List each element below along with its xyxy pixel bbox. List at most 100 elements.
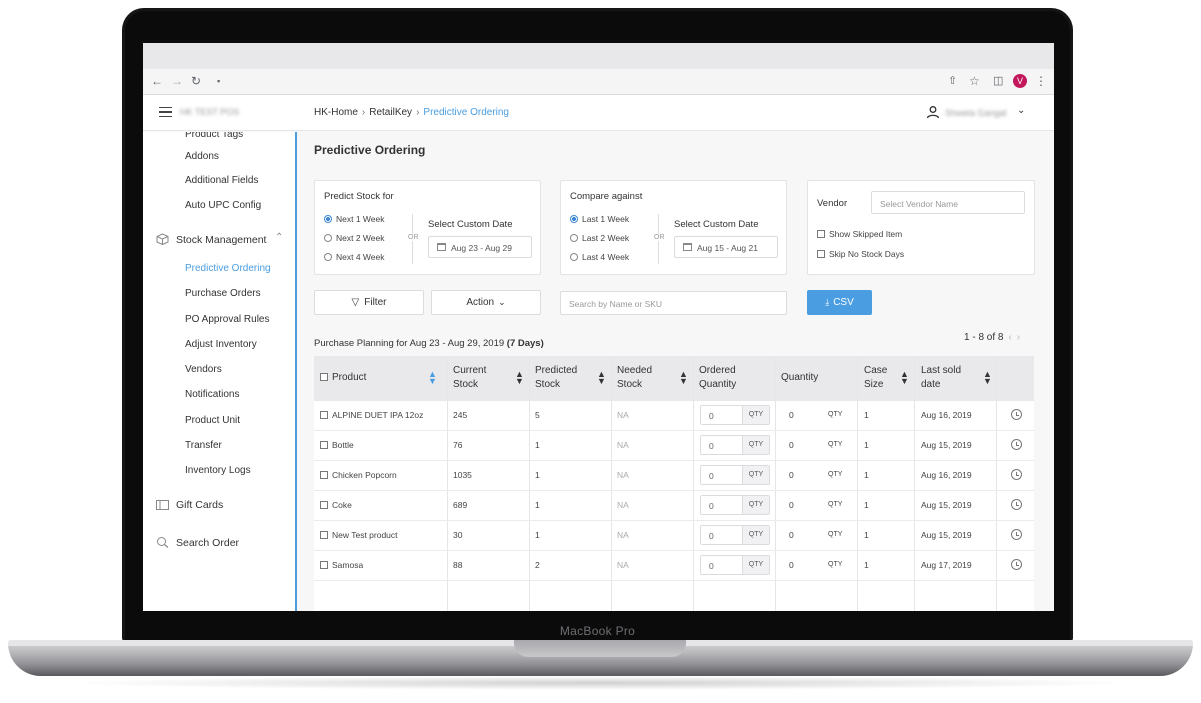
compare-option-2-week[interactable]: Last 2 Week	[570, 233, 629, 243]
skip-no-stock-checkbox[interactable]: Skip No Stock Days	[817, 249, 904, 259]
clock-icon[interactable]	[1011, 559, 1022, 570]
ordered-quantity-input[interactable]: 0 QTY	[700, 525, 770, 545]
ordered-quantity-input[interactable]: 0 QTY	[700, 435, 770, 455]
row-checkbox[interactable]	[320, 531, 328, 539]
star-icon[interactable]: ☆	[969, 74, 980, 88]
hamburger-menu-icon[interactable]	[159, 107, 172, 117]
compare-against-card: Compare against Last 1 Week Last 2 Week …	[560, 180, 787, 275]
needed-stock-cell: NA	[617, 530, 629, 540]
sidebar-item-po-approval-rules[interactable]: PO Approval Rules	[185, 314, 270, 325]
column-header-product[interactable]: Product ▲ ▼	[314, 356, 447, 401]
column-header-case-size[interactable]: Case Size ▲ ▼	[857, 356, 914, 401]
csv-download-button[interactable]: ⤓ CSV	[807, 290, 872, 315]
row-checkbox[interactable]	[320, 441, 328, 449]
sidebar-item-additional-fields[interactable]: Additional Fields	[185, 175, 258, 186]
reload-icon[interactable]: ↻	[191, 74, 201, 88]
quantity-cell: 0	[789, 470, 794, 480]
menu-dots-icon[interactable]: ⋮	[1035, 74, 1047, 88]
compare-card-title: Compare against	[570, 191, 643, 202]
select-all-checkbox[interactable]	[320, 373, 328, 381]
sort-icon[interactable]: ▲ ▼	[428, 370, 437, 386]
action-button[interactable]: Action ⌄	[431, 290, 541, 315]
sidebar-item-addons[interactable]: Addons	[185, 151, 219, 162]
last-sold-cell: Aug 15, 2019	[921, 440, 972, 450]
row-checkbox[interactable]	[320, 561, 328, 569]
column-header-predicted-stock[interactable]: Predicted Stock ▲ ▼	[529, 356, 611, 401]
column-header-needed-stock[interactable]: Needed Stock ▲ ▼	[611, 356, 693, 401]
row-checkbox[interactable]	[320, 501, 328, 509]
ordered-quantity-input[interactable]: 0 QTY	[700, 405, 770, 425]
profile-avatar[interactable]: V	[1013, 74, 1027, 88]
clock-icon[interactable]	[1011, 499, 1022, 510]
compare-date-range-picker[interactable]: Aug 15 - Aug 21	[674, 236, 778, 258]
sidebar-item-auto-upc-config[interactable]: Auto UPC Config	[185, 200, 261, 211]
sidebar-item-predictive-ordering[interactable]: Predictive Ordering	[185, 263, 271, 274]
column-header-current-stock[interactable]: Current Stock ▲ ▼	[447, 356, 529, 401]
quantity-cell: 0	[789, 410, 794, 420]
breadcrumb-home[interactable]: HK-Home	[314, 107, 358, 118]
next-page-icon[interactable]: ›	[1017, 332, 1020, 343]
last-sold-cell: Aug 16, 2019	[921, 470, 972, 480]
back-arrow-icon[interactable]: ←	[151, 74, 163, 88]
row-checkbox[interactable]	[320, 411, 328, 419]
sidebar-item-transfer[interactable]: Transfer	[185, 440, 222, 451]
table-row: Chicken Popcorn 1035 1 NA 0 QTY 0 QTY 1 A…	[314, 461, 1034, 491]
clock-icon[interactable]	[1011, 529, 1022, 540]
column-header-last-sold[interactable]: Last sold date ▲ ▼	[914, 356, 996, 401]
sidebar-item-notifications[interactable]: Notifications	[185, 389, 239, 400]
sidebar-item-product-unit[interactable]: Product Unit	[185, 415, 240, 426]
predict-stock-card: Predict Stock for Next 1 Week Next 2 Wee…	[314, 180, 541, 275]
predict-option-2-week[interactable]: Next 2 Week	[324, 233, 385, 243]
search-order-icon	[157, 537, 169, 548]
sort-icon[interactable]: ▲ ▼	[515, 370, 524, 386]
compare-option-1-week[interactable]: Last 1 Week	[570, 214, 629, 224]
current-stock-cell: 88	[453, 560, 463, 570]
prev-page-icon[interactable]: ‹	[1008, 332, 1011, 343]
product-search-input[interactable]: Search by Name or SKU	[560, 291, 787, 315]
ordered-quantity-input[interactable]: 0 QTY	[700, 495, 770, 515]
sidebar-item-product-tags[interactable]: Product Tags	[185, 132, 243, 140]
breadcrumb-retailkey[interactable]: RetailKey	[369, 107, 412, 118]
forward-arrow-icon[interactable]: →	[171, 74, 183, 88]
lock-icon[interactable]: ▪	[217, 74, 220, 88]
side-panel-icon[interactable]: ◫	[993, 74, 1003, 88]
sidebar-item-vendors[interactable]: Vendors	[185, 364, 222, 375]
sidebar-item-inventory-logs[interactable]: Inventory Logs	[185, 465, 251, 476]
clock-icon[interactable]	[1011, 439, 1022, 450]
clock-icon[interactable]	[1011, 409, 1022, 420]
chevron-down-icon[interactable]: ⌄	[1017, 105, 1025, 116]
filter-button[interactable]: ▽ Filter	[314, 290, 424, 315]
sort-icon[interactable]: ▲ ▼	[900, 370, 909, 386]
user-name[interactable]: Shweta Gangal	[945, 108, 1007, 118]
sidebar-item-purchase-orders[interactable]: Purchase Orders	[185, 288, 261, 299]
clock-icon[interactable]	[1011, 469, 1022, 480]
sidebar-item-search-order[interactable]: Search Order	[176, 537, 239, 549]
user-icon[interactable]	[926, 105, 940, 119]
compare-option-4-week[interactable]: Last 4 Week	[570, 252, 629, 262]
filter-icon: ▽	[351, 297, 360, 308]
sidebar-item-adjust-inventory[interactable]: Adjust Inventory	[185, 339, 257, 350]
ordered-quantity-input[interactable]: 0 QTY	[700, 555, 770, 575]
ordered-quantity-input[interactable]: 0 QTY	[700, 465, 770, 485]
quantity-unit: QTY	[828, 531, 843, 538]
current-stock-cell: 245	[453, 410, 468, 420]
chevron-up-icon[interactable]: ⌃	[275, 232, 283, 243]
product-cell: New Test product	[320, 530, 398, 540]
show-skipped-checkbox[interactable]: Show Skipped Item	[817, 229, 902, 239]
sort-icon[interactable]: ▲ ▼	[679, 370, 688, 386]
predict-option-1-week[interactable]: Next 1 Week	[324, 214, 385, 224]
sidebar-item-stock-management[interactable]: Stock Management	[176, 234, 266, 246]
sidebar-item-gift-cards[interactable]: Gift Cards	[176, 499, 223, 511]
predict-date-range-picker[interactable]: Aug 23 - Aug 29	[428, 236, 532, 258]
checkbox-icon	[817, 230, 825, 238]
sort-icon[interactable]: ▲ ▼	[597, 370, 606, 386]
sort-icon[interactable]: ▲ ▼	[983, 370, 992, 386]
predict-option-4-week[interactable]: Next 4 Week	[324, 252, 385, 262]
device-brand: MacBook Pro	[559, 624, 636, 638]
vendor-select-input[interactable]: Select Vendor Name	[871, 191, 1025, 214]
share-icon[interactable]: ⇧	[948, 74, 957, 88]
row-checkbox[interactable]	[320, 471, 328, 479]
screen: ← → ↻ ▪ ⇧ ☆ ◫ ⋮ V HK TEST POS HK-Home › Re…	[143, 43, 1054, 611]
gift-card-icon	[156, 500, 169, 510]
breadcrumb: HK-Home › RetailKey › Predictive Ordering	[314, 107, 509, 118]
